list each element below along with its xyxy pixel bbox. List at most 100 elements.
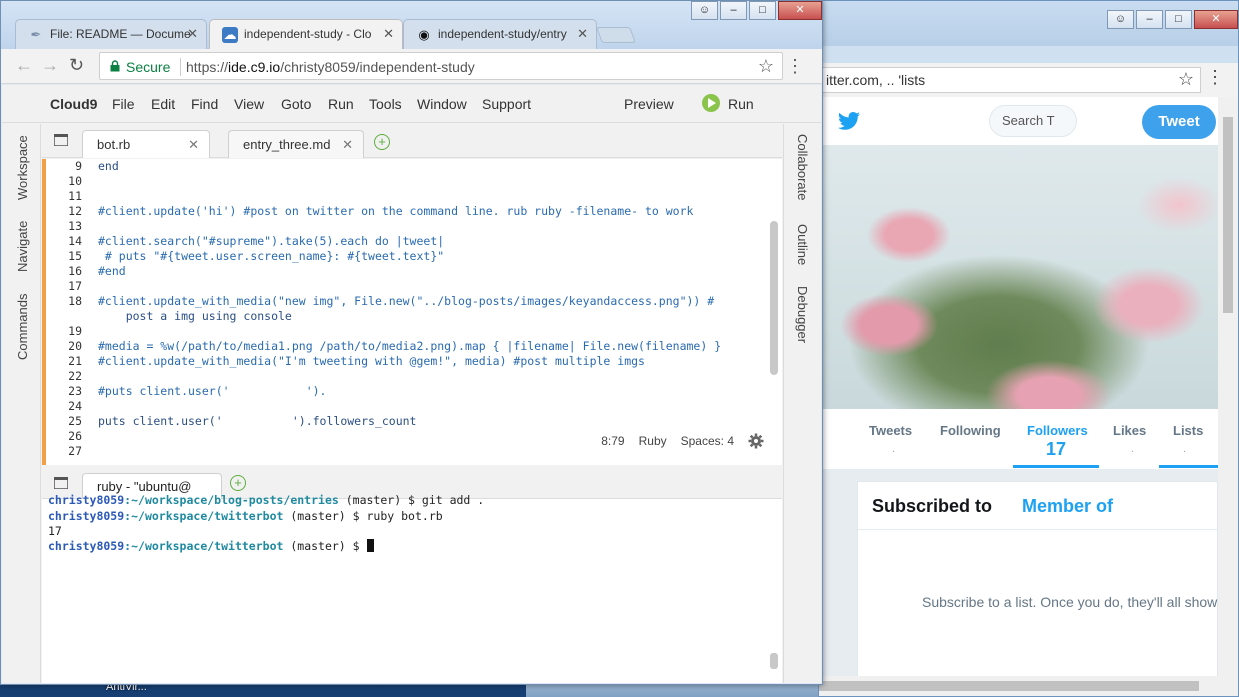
- followers-underline: [1013, 465, 1099, 468]
- twitter-search-input[interactable]: Search T: [989, 105, 1077, 137]
- terminal-line: christy8059:~/workspace/twitterbot (mast…: [48, 509, 443, 524]
- tweet-button[interactable]: Tweet: [1142, 105, 1216, 139]
- terminal-cursor: [366, 539, 374, 552]
- line-text: #client.update_with_media("I'm tweeting …: [98, 354, 645, 368]
- lock-icon: [110, 60, 120, 72]
- document-icon: ✒: [30, 27, 42, 42]
- browser-tab[interactable]: ✒ File: README — Docume ✕: [15, 19, 207, 49]
- lists-empty-message: Subscribe to a list. Once you do, they'l…: [922, 594, 1218, 610]
- maximize-button[interactable]: □: [1165, 10, 1192, 29]
- editor-tab[interactable]: entry_three.md ✕: [228, 130, 364, 158]
- nav-tweets[interactable]: Tweets: [869, 423, 912, 438]
- line-text: #client.search("#supreme").take(5).each …: [98, 234, 445, 248]
- secure-label: Secure: [126, 59, 171, 75]
- tab-title: File: README — Docume: [50, 27, 191, 41]
- scrollbar-thumb[interactable]: [819, 681, 1199, 691]
- new-tab-button[interactable]: [596, 27, 636, 43]
- menu-cloud9[interactable]: Cloud9: [50, 96, 97, 112]
- run-button[interactable]: Run: [728, 96, 754, 112]
- kebab-menu-icon[interactable]: ⋮: [1206, 67, 1224, 88]
- line-text: #end: [98, 264, 126, 278]
- rail-workspace[interactable]: Workspace: [15, 135, 30, 200]
- scrollbar-thumb[interactable]: [1223, 117, 1233, 313]
- rail-outline[interactable]: Outline: [795, 224, 810, 265]
- bookmark-star-icon[interactable]: ☆: [758, 56, 774, 77]
- nav-likes[interactable]: Likes: [1113, 423, 1146, 438]
- gear-icon[interactable]: [748, 433, 764, 449]
- terminal-output: 17: [48, 524, 62, 538]
- menu-tools[interactable]: Tools: [369, 96, 402, 112]
- cloud9-icon: ☁: [222, 27, 238, 43]
- tab-close-icon[interactable]: ✕: [342, 131, 353, 159]
- tab-menu-icon[interactable]: [54, 477, 68, 489]
- line-number: 23: [68, 384, 82, 398]
- minimize-button[interactable]: –: [1136, 10, 1163, 29]
- close-button[interactable]: ✕: [778, 1, 822, 20]
- prompt-path: :~/workspace/twitterbot: [124, 539, 284, 553]
- horizontal-scrollbar[interactable]: [819, 676, 1238, 696]
- tab-close-icon[interactable]: ✕: [187, 20, 198, 48]
- reload-icon[interactable]: ↻: [69, 55, 84, 76]
- vertical-scrollbar[interactable]: [1218, 97, 1238, 676]
- menu-run[interactable]: Run: [328, 96, 354, 112]
- code-editor[interactable]: 8:79 Ruby Spaces: 4 9 end 10 11 12 #client.up…: [42, 159, 782, 465]
- line-number: 15: [68, 249, 82, 263]
- window-controls: ☺ – □ ✕: [1107, 10, 1238, 29]
- add-terminal-icon[interactable]: +: [230, 475, 246, 491]
- line-number: 11: [68, 189, 82, 203]
- nav-following[interactable]: Following: [940, 423, 1001, 438]
- address-bar[interactable]: itter.com, .. 'lists: [821, 67, 1201, 93]
- user-icon[interactable]: ☺: [1107, 10, 1134, 29]
- browser-tab-active[interactable]: ☁ independent-study - Clo ✕: [209, 19, 403, 49]
- terminal-scrollbar[interactable]: [770, 653, 778, 669]
- editor-tabbar: bot.rb ✕ entry_three.md ✕ +: [42, 124, 782, 158]
- menu-find[interactable]: Find: [191, 96, 218, 112]
- kebab-menu-icon[interactable]: ⋮: [786, 56, 804, 77]
- tab-menu-icon[interactable]: [54, 134, 68, 146]
- twitter-bird-icon[interactable]: [837, 109, 861, 133]
- run-play-icon[interactable]: [702, 94, 720, 112]
- line-number: 16: [68, 264, 82, 278]
- terminal-line: christy8059:~/workspace/blog-posts/entri…: [48, 493, 484, 508]
- terminal[interactable]: christy8059:~/workspace/blog-posts/entri…: [42, 493, 782, 683]
- line-text: #media = %w(/path/to/media1.png /path/to…: [98, 339, 722, 353]
- language-mode[interactable]: Ruby: [639, 434, 667, 448]
- tab-close-icon[interactable]: ✕: [577, 20, 588, 48]
- profile-cover-image: [819, 145, 1218, 409]
- menu-window[interactable]: Window: [417, 96, 467, 112]
- editor-scrollbar[interactable]: [770, 221, 778, 375]
- user-icon[interactable]: ☺: [691, 1, 718, 20]
- preview-button[interactable]: Preview: [624, 96, 674, 112]
- nav-lists[interactable]: Lists: [1173, 423, 1203, 438]
- rail-debugger[interactable]: Debugger: [795, 286, 810, 343]
- menu-goto[interactable]: Goto: [281, 96, 311, 112]
- indent-setting[interactable]: Spaces: 4: [681, 434, 734, 448]
- add-tab-icon[interactable]: +: [374, 134, 390, 150]
- cursor-position[interactable]: 8:79: [601, 434, 624, 448]
- tab-close-icon[interactable]: ✕: [383, 20, 394, 48]
- menu-view[interactable]: View: [234, 96, 264, 112]
- tab-close-icon[interactable]: ✕: [188, 131, 199, 159]
- nav-followers[interactable]: Followers: [1027, 423, 1088, 438]
- browser-tab[interactable]: ◉ independent-study/entry ✕: [403, 19, 597, 49]
- star-icon[interactable]: ☆: [1178, 69, 1194, 90]
- menu-support[interactable]: Support: [482, 96, 531, 112]
- rail-collaborate[interactable]: Collaborate: [795, 134, 810, 201]
- menu-edit[interactable]: Edit: [151, 96, 175, 112]
- minimize-button[interactable]: –: [720, 1, 747, 20]
- forward-arrow-icon[interactable]: →: [41, 55, 59, 76]
- back-arrow-icon[interactable]: ←: [15, 55, 33, 76]
- editor-tab-active[interactable]: bot.rb ✕: [82, 130, 210, 158]
- line-text: post a img using console: [98, 309, 292, 323]
- tab-member-of[interactable]: Member of: [1022, 496, 1113, 517]
- address-bar[interactable]: Secure https://ide.c9.io/christy8059/ind…: [99, 52, 783, 80]
- rail-navigate[interactable]: Navigate: [15, 221, 30, 272]
- rail-commands[interactable]: Commands: [15, 294, 30, 360]
- lists-tabs: Subscribed to Member of: [858, 482, 1217, 530]
- line-text: end: [98, 159, 119, 173]
- maximize-button[interactable]: □: [749, 1, 776, 20]
- twitter-header: Search T Tweet: [819, 97, 1218, 145]
- close-button[interactable]: ✕: [1194, 10, 1238, 29]
- tab-subscribed-to[interactable]: Subscribed to: [872, 496, 992, 517]
- menu-file[interactable]: File: [112, 96, 135, 112]
